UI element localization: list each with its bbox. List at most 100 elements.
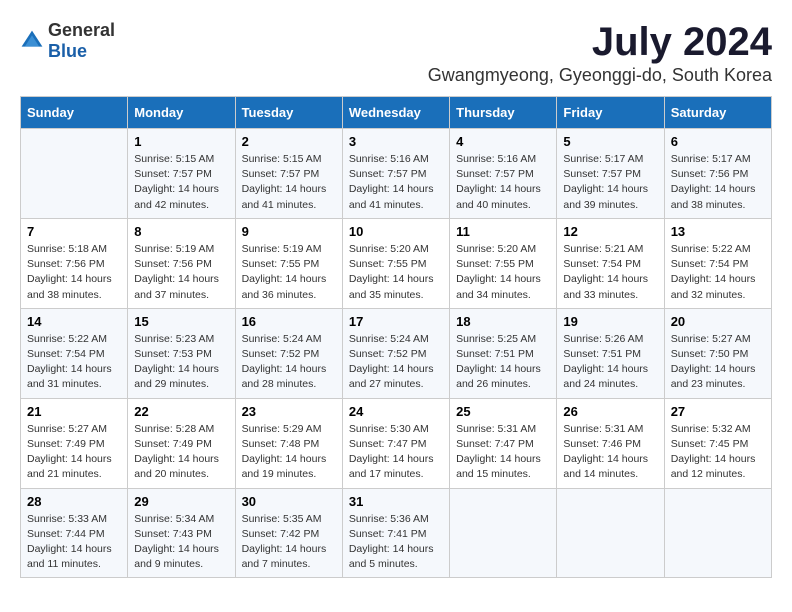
day-number: 4 (456, 134, 550, 149)
header: General Blue July 2024 Gwangmyeong, Gyeo… (20, 20, 772, 86)
day-cell (557, 488, 664, 578)
day-cell: 1 Sunrise: 5:15 AM Sunset: 7:57 PM Daylig… (128, 129, 235, 219)
day-info: Sunrise: 5:24 AM Sunset: 7:52 PM Dayligh… (242, 332, 336, 393)
day-cell: 3 Sunrise: 5:16 AM Sunset: 7:57 PM Daylig… (342, 129, 449, 219)
day-number: 26 (563, 404, 657, 419)
day-cell: 30 Sunrise: 5:35 AM Sunset: 7:42 PM Dayli… (235, 488, 342, 578)
day-cell: 15Sunrise: 5:23 AM Sunset: 7:53 PM Dayli… (128, 308, 235, 398)
day-number: 25 (456, 404, 550, 419)
day-number: 3 (349, 134, 443, 149)
day-cell: 19 Sunrise: 5:26 AM Sunset: 7:51 PM Dayli… (557, 308, 664, 398)
day-cell: 16 Sunrise: 5:24 AM Sunset: 7:52 PM Dayli… (235, 308, 342, 398)
day-cell: 13Sunrise: 5:22 AM Sunset: 7:54 PM Dayli… (664, 218, 771, 308)
day-cell: 6 Sunrise: 5:17 AM Sunset: 7:56 PM Daylig… (664, 129, 771, 219)
logo-text: General Blue (48, 20, 115, 62)
day-info: Sunrise: 5:16 AM Sunset: 7:57 PM Dayligh… (349, 152, 443, 213)
day-info: Sunrise: 5:24 AM Sunset: 7:52 PM Dayligh… (349, 332, 443, 393)
day-cell: 10Sunrise: 5:20 AM Sunset: 7:55 PM Dayli… (342, 218, 449, 308)
day-number: 30 (242, 494, 336, 509)
day-cell: 5Sunrise: 5:17 AM Sunset: 7:57 PM Daylig… (557, 129, 664, 219)
week-row-1: 1 Sunrise: 5:15 AM Sunset: 7:57 PM Daylig… (21, 129, 772, 219)
day-cell (664, 488, 771, 578)
day-info: Sunrise: 5:25 AM Sunset: 7:51 PM Dayligh… (456, 332, 550, 393)
day-number: 14 (27, 314, 121, 329)
day-info: Sunrise: 5:23 AM Sunset: 7:53 PM Dayligh… (134, 332, 228, 393)
day-info: Sunrise: 5:17 AM Sunset: 7:56 PM Dayligh… (671, 152, 765, 213)
day-number: 19 (563, 314, 657, 329)
day-cell: 2 Sunrise: 5:15 AM Sunset: 7:57 PM Daylig… (235, 129, 342, 219)
day-cell: 18 Sunrise: 5:25 AM Sunset: 7:51 PM Dayli… (450, 308, 557, 398)
week-row-5: 28 Sunrise: 5:33 AM Sunset: 7:44 PM Dayli… (21, 488, 772, 578)
week-row-4: 21Sunrise: 5:27 AM Sunset: 7:49 PM Dayli… (21, 398, 772, 488)
day-cell: 31 Sunrise: 5:36 AM Sunset: 7:41 PM Dayli… (342, 488, 449, 578)
day-cell: 4 Sunrise: 5:16 AM Sunset: 7:57 PM Daylig… (450, 129, 557, 219)
day-number: 21 (27, 404, 121, 419)
day-info: Sunrise: 5:27 AM Sunset: 7:50 PM Dayligh… (671, 332, 765, 393)
day-info: Sunrise: 5:15 AM Sunset: 7:57 PM Dayligh… (242, 152, 336, 213)
day-info: Sunrise: 5:32 AM Sunset: 7:45 PM Dayligh… (671, 422, 765, 483)
day-number: 16 (242, 314, 336, 329)
day-info: Sunrise: 5:20 AM Sunset: 7:55 PM Dayligh… (349, 242, 443, 303)
day-cell (450, 488, 557, 578)
day-number: 9 (242, 224, 336, 239)
day-number: 1 (134, 134, 228, 149)
logo-icon (20, 29, 44, 53)
day-number: 12 (563, 224, 657, 239)
week-row-2: 7 Sunrise: 5:18 AM Sunset: 7:56 PM Daylig… (21, 218, 772, 308)
day-number: 23 (242, 404, 336, 419)
location-title: Gwangmyeong, Gyeonggi-do, South Korea (428, 65, 772, 86)
header-cell-tuesday: Tuesday (235, 97, 342, 129)
day-number: 7 (27, 224, 121, 239)
day-number: 20 (671, 314, 765, 329)
day-cell: 20 Sunrise: 5:27 AM Sunset: 7:50 PM Dayli… (664, 308, 771, 398)
day-info: Sunrise: 5:19 AM Sunset: 7:55 PM Dayligh… (242, 242, 336, 303)
day-number: 17 (349, 314, 443, 329)
day-number: 22 (134, 404, 228, 419)
day-cell: 11Sunrise: 5:20 AM Sunset: 7:55 PM Dayli… (450, 218, 557, 308)
day-number: 2 (242, 134, 336, 149)
day-info: Sunrise: 5:16 AM Sunset: 7:57 PM Dayligh… (456, 152, 550, 213)
day-info: Sunrise: 5:28 AM Sunset: 7:49 PM Dayligh… (134, 422, 228, 483)
day-info: Sunrise: 5:21 AM Sunset: 7:54 PM Dayligh… (563, 242, 657, 303)
week-row-3: 14Sunrise: 5:22 AM Sunset: 7:54 PM Dayli… (21, 308, 772, 398)
day-cell: 24Sunrise: 5:30 AM Sunset: 7:47 PM Dayli… (342, 398, 449, 488)
day-cell: 9 Sunrise: 5:19 AM Sunset: 7:55 PM Daylig… (235, 218, 342, 308)
day-info: Sunrise: 5:33 AM Sunset: 7:44 PM Dayligh… (27, 512, 121, 573)
day-info: Sunrise: 5:31 AM Sunset: 7:46 PM Dayligh… (563, 422, 657, 483)
day-number: 8 (134, 224, 228, 239)
day-cell: 21Sunrise: 5:27 AM Sunset: 7:49 PM Dayli… (21, 398, 128, 488)
day-number: 18 (456, 314, 550, 329)
day-info: Sunrise: 5:34 AM Sunset: 7:43 PM Dayligh… (134, 512, 228, 573)
calendar-body: 1 Sunrise: 5:15 AM Sunset: 7:57 PM Daylig… (21, 129, 772, 578)
day-number: 11 (456, 224, 550, 239)
logo-blue: Blue (48, 41, 87, 61)
logo: General Blue (20, 20, 115, 62)
day-info: Sunrise: 5:17 AM Sunset: 7:57 PM Dayligh… (563, 152, 657, 213)
day-info: Sunrise: 5:15 AM Sunset: 7:57 PM Dayligh… (134, 152, 228, 213)
header-cell-saturday: Saturday (664, 97, 771, 129)
day-cell: 29 Sunrise: 5:34 AM Sunset: 7:43 PM Dayli… (128, 488, 235, 578)
day-cell: 14Sunrise: 5:22 AM Sunset: 7:54 PM Dayli… (21, 308, 128, 398)
day-number: 28 (27, 494, 121, 509)
header-cell-sunday: Sunday (21, 97, 128, 129)
day-cell: 8Sunrise: 5:19 AM Sunset: 7:56 PM Daylig… (128, 218, 235, 308)
day-number: 31 (349, 494, 443, 509)
day-cell: 27Sunrise: 5:32 AM Sunset: 7:45 PM Dayli… (664, 398, 771, 488)
day-info: Sunrise: 5:35 AM Sunset: 7:42 PM Dayligh… (242, 512, 336, 573)
day-number: 29 (134, 494, 228, 509)
logo-general: General (48, 20, 115, 40)
day-info: Sunrise: 5:36 AM Sunset: 7:41 PM Dayligh… (349, 512, 443, 573)
day-cell: 12 Sunrise: 5:21 AM Sunset: 7:54 PM Dayli… (557, 218, 664, 308)
title-section: July 2024 Gwangmyeong, Gyeonggi-do, Sout… (428, 20, 772, 86)
header-cell-friday: Friday (557, 97, 664, 129)
day-info: Sunrise: 5:18 AM Sunset: 7:56 PM Dayligh… (27, 242, 121, 303)
day-cell: 7 Sunrise: 5:18 AM Sunset: 7:56 PM Daylig… (21, 218, 128, 308)
day-cell: 28 Sunrise: 5:33 AM Sunset: 7:44 PM Dayli… (21, 488, 128, 578)
day-info: Sunrise: 5:26 AM Sunset: 7:51 PM Dayligh… (563, 332, 657, 393)
day-cell: 26 Sunrise: 5:31 AM Sunset: 7:46 PM Dayli… (557, 398, 664, 488)
day-cell: 17 Sunrise: 5:24 AM Sunset: 7:52 PM Dayli… (342, 308, 449, 398)
day-cell (21, 129, 128, 219)
day-number: 6 (671, 134, 765, 149)
day-info: Sunrise: 5:30 AM Sunset: 7:47 PM Dayligh… (349, 422, 443, 483)
calendar-header-row: SundayMondayTuesdayWednesdayThursdayFrid… (21, 97, 772, 129)
